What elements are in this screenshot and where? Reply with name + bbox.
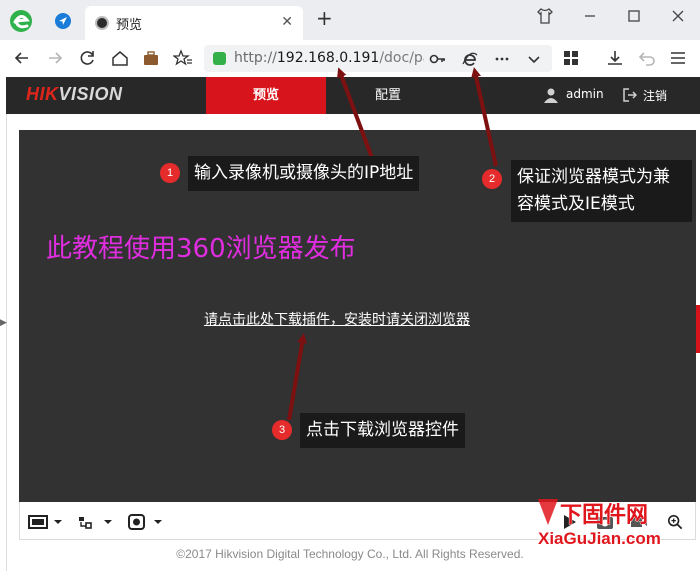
download-plugin-link[interactable]: 请点击此处下载插件，安装时请关闭浏览器 (204, 309, 470, 329)
new-tab-button[interactable]: + (316, 8, 333, 28)
annotation-step-2-line-2: 容模式及IE模式 (517, 194, 635, 214)
tutorial-note: 此教程使用360浏览器发布 (46, 234, 356, 264)
window-layout-icon[interactable] (28, 514, 62, 530)
tab-close-button[interactable]: ✕ (281, 14, 293, 30)
annotation-step-2: 保证浏览器模式为兼 容模式及IE模式 (511, 160, 692, 222)
stream-type-icon[interactable] (78, 514, 112, 530)
back-icon[interactable] (12, 48, 32, 68)
address-bar[interactable]: http://192.168.0.191/doc/pa (204, 45, 552, 72)
watermark-site-name: XiaGuJian.com (538, 529, 661, 548)
tab-title: 预览 (116, 18, 143, 33)
home-icon[interactable] (110, 48, 130, 68)
url-host: 192.168.0.191 (276, 50, 380, 66)
briefcase-icon[interactable] (141, 48, 161, 68)
user-icon (544, 88, 558, 103)
dropdown-icon[interactable] (524, 49, 544, 69)
browser-toolbar: http://192.168.0.191/doc/pa (0, 40, 700, 76)
annotation-step-1: 输入录像机或摄像头的IP地址 (188, 156, 420, 191)
shirt-icon[interactable] (535, 6, 555, 26)
username-label: admin (566, 87, 604, 101)
maximize-icon[interactable] (624, 6, 644, 26)
browser-logo-icon[interactable] (8, 8, 34, 34)
browser-tab[interactable]: 预览 ✕ (85, 6, 303, 40)
ie-mode-icon[interactable] (460, 49, 480, 69)
reload-icon[interactable] (78, 48, 98, 68)
logout-button[interactable]: 注销 (643, 87, 667, 104)
annotation-step-3: 点击下载浏览器控件 (300, 413, 465, 448)
shield-icon (213, 52, 226, 65)
hikvision-logo: HIKVISION (26, 84, 123, 104)
pin-icon[interactable] (54, 12, 72, 30)
download-icon[interactable] (605, 48, 625, 68)
url-path: /doc/pa (379, 50, 424, 66)
collapse-left-icon[interactable]: ▶ (0, 318, 7, 328)
annotation-step-2-line-1: 保证浏览器模式为兼 (517, 167, 670, 187)
favorites-icon[interactable] (173, 48, 193, 68)
nav-config-tab[interactable]: 配置 (348, 77, 428, 114)
url-protocol: http:// (234, 50, 277, 66)
logout-icon[interactable] (623, 88, 637, 102)
apps-grid-icon[interactable] (561, 48, 581, 68)
menu-icon[interactable] (668, 48, 688, 68)
watermark-lettering: 下固件网 (560, 503, 649, 529)
minimize-icon[interactable] (580, 6, 600, 26)
browser-tab-bar: 预览 ✕ + (0, 0, 700, 40)
nav-preview-tab[interactable]: 预览 (206, 77, 326, 114)
app-header: HIKVISION 预览 配置 admin 注销 (6, 77, 700, 114)
annotation-number-2: 2 (482, 169, 502, 189)
annotation-number-3: 3 (272, 420, 292, 440)
snapshot-mode-icon[interactable] (128, 514, 162, 530)
undo-icon[interactable] (637, 48, 657, 68)
annotation-number-1: 1 (160, 163, 180, 183)
watermark-cn-text: 下固件网 (560, 503, 648, 528)
key-icon[interactable] (428, 49, 448, 69)
close-window-icon[interactable] (668, 6, 688, 26)
more-icon[interactable] (492, 49, 512, 69)
url-text: http://192.168.0.191/doc/pa (234, 50, 424, 66)
tab-favicon-icon (95, 16, 109, 30)
forward-icon[interactable] (45, 48, 65, 68)
